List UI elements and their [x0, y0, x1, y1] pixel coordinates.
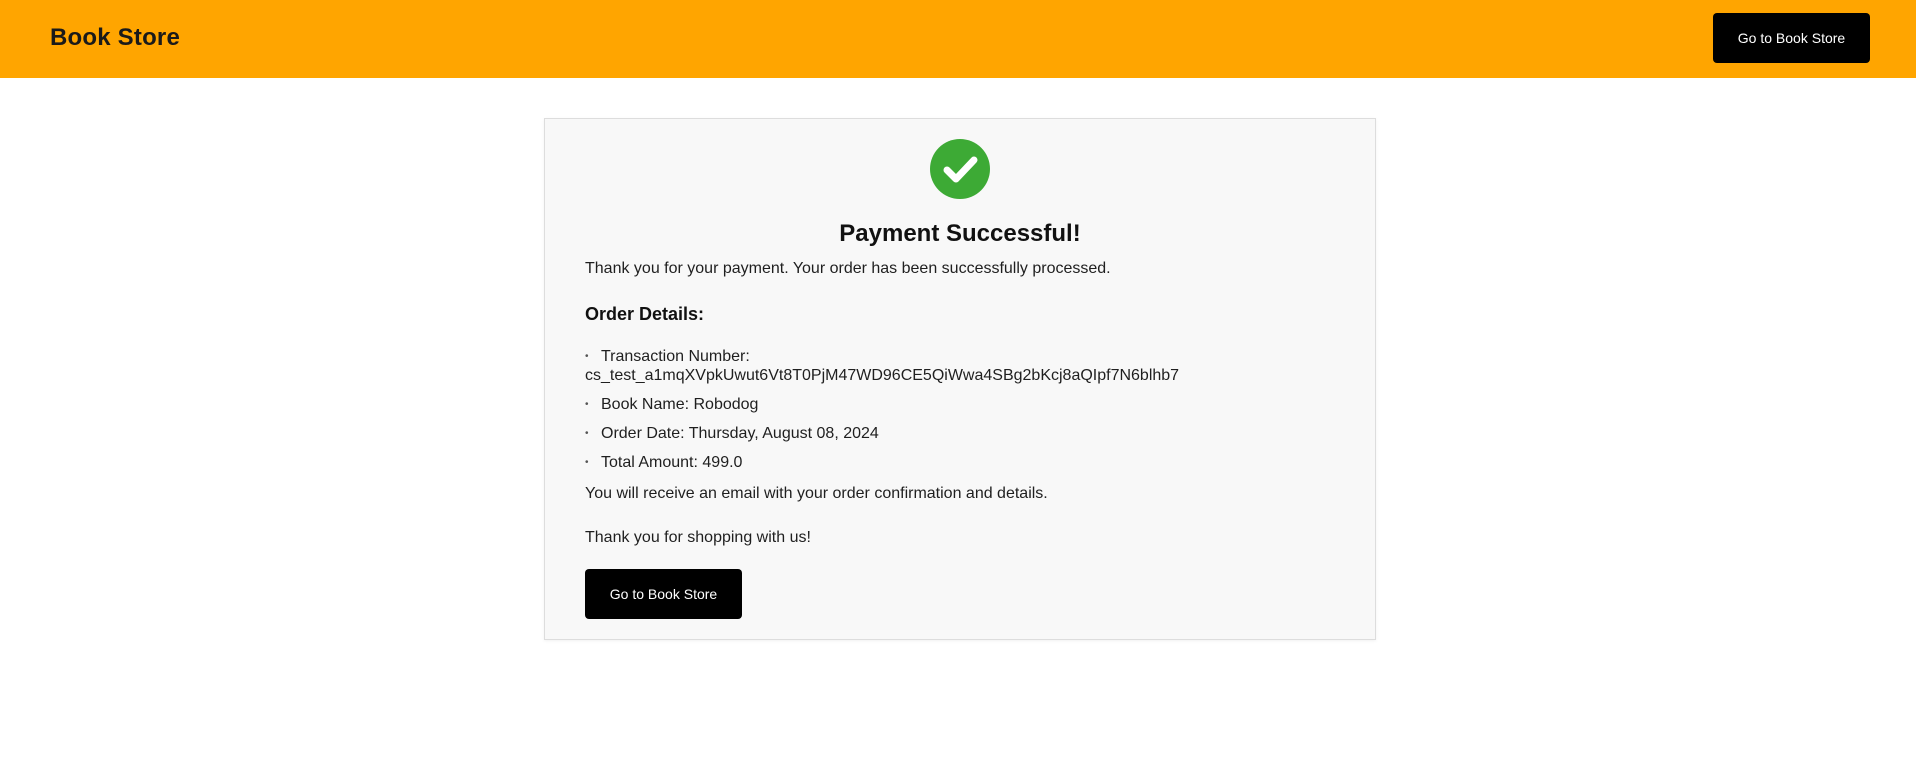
- thank-you-message: Thank you for shopping with us!: [585, 529, 811, 546]
- book-name-text: Book Name: Robodog: [601, 396, 759, 413]
- bullet-icon: •: [585, 428, 589, 439]
- detail-order-date: • Order Date: Thursday, August 08, 2024: [585, 424, 1345, 443]
- total-amount-text: Total Amount: 499.0: [601, 454, 743, 471]
- bullet-icon: •: [585, 351, 589, 362]
- brand-title: Book Store: [50, 24, 181, 51]
- payment-status-title: Payment Successful!: [839, 220, 1081, 247]
- transaction-value: cs_test_a1mqXVpkUwut6Vt8T0PjM47WD96CE5Qi…: [585, 367, 1180, 384]
- order-details-list: • Transaction Number: cs_test_a1mqXVpkUw…: [585, 347, 1345, 482]
- go-to-book-store-button[interactable]: Go to Book Store: [585, 569, 742, 619]
- detail-transaction-number: • Transaction Number: cs_test_a1mqXVpkUw…: [585, 347, 1345, 385]
- bullet-icon: •: [585, 457, 589, 468]
- payment-confirmation-card: Payment Successful! Thank you for your p…: [544, 118, 1376, 640]
- detail-book-name: • Book Name: Robodog: [585, 395, 1345, 414]
- check-circle-icon: [930, 139, 990, 199]
- top-header: Book Store Go to Book Store: [0, 0, 1916, 78]
- email-confirmation-note: You will receive an email with your orde…: [585, 485, 1048, 502]
- detail-total-amount: • Total Amount: 499.0: [585, 453, 1345, 472]
- payment-message: Thank you for your payment. Your order h…: [585, 260, 1111, 277]
- bullet-icon: •: [585, 399, 589, 410]
- go-to-book-store-header-button[interactable]: Go to Book Store: [1713, 13, 1870, 63]
- order-details-heading: Order Details:: [585, 304, 705, 324]
- order-date-text: Order Date: Thursday, August 08, 2024: [601, 425, 879, 442]
- transaction-label: Transaction Number:: [601, 348, 750, 365]
